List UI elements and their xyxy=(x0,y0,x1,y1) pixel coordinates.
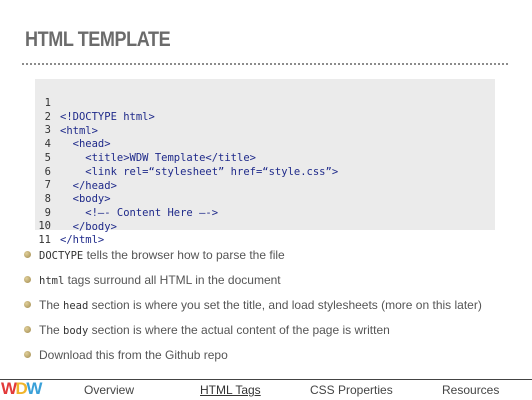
bullet-icon xyxy=(24,351,31,358)
code-block: 1 <!DOCTYPE html> 2 <html> 3 <head> 4 <t… xyxy=(35,79,495,246)
bullet-prefix: Download this from the Github repo xyxy=(39,348,228,362)
slide-title: HTML TEMPLATE xyxy=(25,28,171,51)
bullet-suffix: tells the browser how to parse the file xyxy=(83,248,285,262)
code-line: 5 <link rel=“stylesheet” href=“style.css… xyxy=(35,137,338,178)
code-line: 1 <!DOCTYPE html> xyxy=(35,82,155,123)
bullet-list: DOCTYPE tells the browser how to parse t… xyxy=(24,244,524,369)
logo-letter: D xyxy=(15,379,28,398)
bullet-icon xyxy=(24,326,31,333)
code-text: <!DOCTYPE html> xyxy=(60,111,155,123)
code-line: 11 xyxy=(35,219,60,246)
bullet-text: DOCTYPE tells the browser how to parse t… xyxy=(39,244,285,267)
bullet-item: DOCTYPE tells the browser how to parse t… xyxy=(24,244,524,269)
bullet-text: Download this from the Github repo xyxy=(39,344,228,367)
code-line: 8 <!—- Content Here —-> xyxy=(35,178,218,219)
code-text: <title>WDW Template</title> xyxy=(60,152,256,165)
bullet-text: html tags surround all HTML in the docum… xyxy=(39,269,281,292)
nav-html-tags[interactable]: HTML Tags xyxy=(200,382,261,398)
bullet-suffix: tags surround all HTML in the document xyxy=(64,273,281,287)
code-line: 10 </html> xyxy=(35,205,104,246)
wdw-logo[interactable]: WDW xyxy=(1,379,42,399)
code-line: 3 <head> xyxy=(35,109,111,150)
nav-resources[interactable]: Resources xyxy=(442,382,499,398)
inline-code: head xyxy=(63,300,89,312)
nav-css-properties[interactable]: CSS Properties xyxy=(310,382,393,398)
bullet-suffix: section is where you set the title, and … xyxy=(88,298,482,312)
bullet-item: html tags surround all HTML in the docum… xyxy=(24,269,524,294)
code-text: </body> xyxy=(60,220,117,233)
inline-code: html xyxy=(39,275,65,287)
logo-letter: W xyxy=(26,379,42,398)
code-line: 6 </head> xyxy=(35,151,117,192)
code-text: <link rel=“stylesheet” href=“style.css”> xyxy=(60,165,339,178)
inline-code: body xyxy=(63,325,89,337)
code-line: 7 <body> xyxy=(35,164,111,205)
code-text: <head> xyxy=(60,138,111,151)
code-text: </head> xyxy=(60,179,117,192)
code-text: <html> xyxy=(60,124,98,137)
bullet-icon xyxy=(24,301,31,308)
code-line: 2 <html> xyxy=(35,96,98,137)
bullet-text: The body section is where the actual con… xyxy=(39,319,390,342)
bullet-suffix: section is where the actual content of t… xyxy=(88,323,390,337)
bullet-item: Download this from the Github repo xyxy=(24,344,524,369)
bullet-prefix: The xyxy=(39,298,64,312)
inline-code: DOCTYPE xyxy=(39,250,84,262)
nav-overview[interactable]: Overview xyxy=(84,382,134,398)
bullet-icon xyxy=(24,251,31,258)
footer-divider xyxy=(0,379,532,380)
code-line: 4 <title>WDW Template</title> xyxy=(35,123,256,164)
bullet-prefix: The xyxy=(39,323,64,337)
bullet-text: The head section is where you set the ti… xyxy=(39,294,482,317)
bullet-item: The body section is where the actual con… xyxy=(24,319,524,344)
logo-letter: W xyxy=(1,379,17,398)
code-line: 9 </body> xyxy=(35,192,117,233)
code-text: <body> xyxy=(60,193,111,206)
code-text: <!—- Content Here —-> xyxy=(60,206,219,219)
title-divider xyxy=(22,63,508,65)
bullet-icon xyxy=(24,276,31,283)
bullet-item: The head section is where you set the ti… xyxy=(24,294,524,319)
